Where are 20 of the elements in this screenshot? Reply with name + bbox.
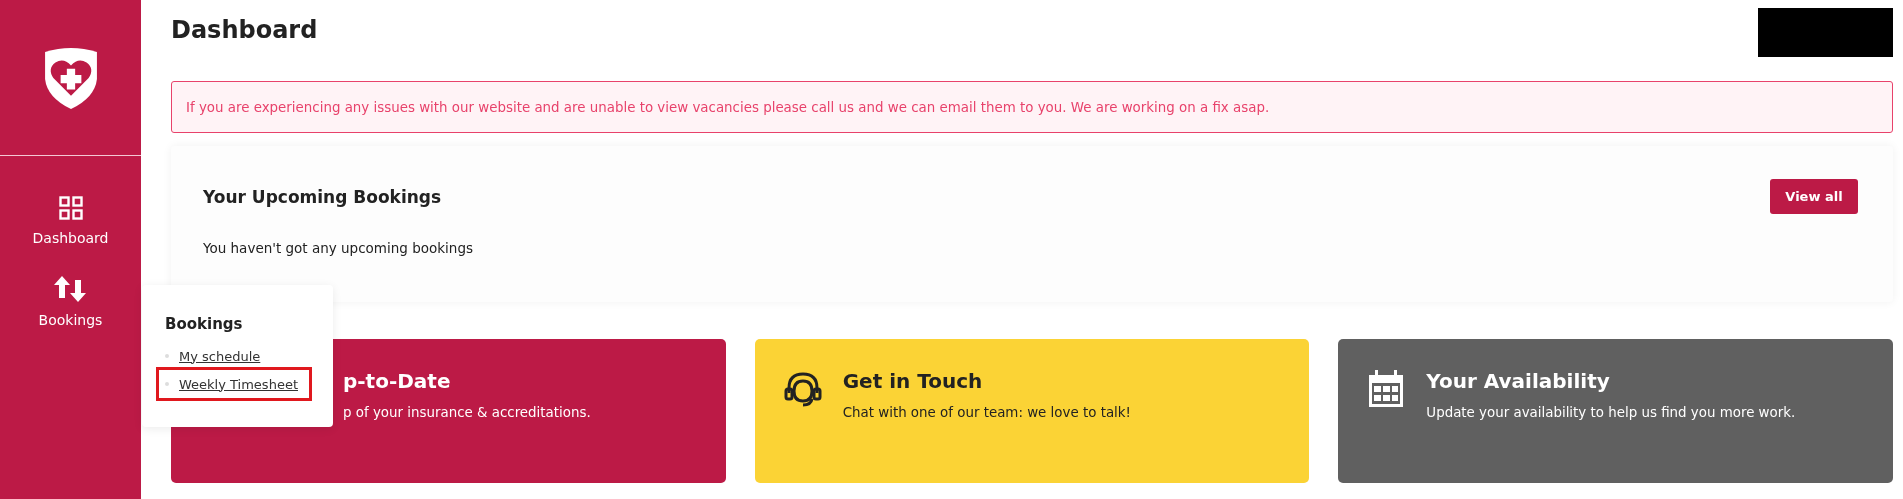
swap-arrows-icon <box>53 276 88 302</box>
card-description: p of your insurance & accreditations. <box>343 405 591 420</box>
menu-link[interactable]: Weekly Timesheet <box>179 376 298 392</box>
card-description: Chat with one of our team: we love to talk! <box>842 405 1131 420</box>
menu-title: Bookings <box>165 315 244 333</box>
nav-item[interactable]: Dashboard <box>32 196 109 246</box>
info-card[interactable]: Your Availability Update your availability to help us find you more work. <box>1338 339 1893 483</box>
card-title: Get in Touch <box>842 369 984 393</box>
card-title: p-to-Date <box>343 369 452 393</box>
card-title: Your Availability <box>1426 369 1611 393</box>
card-title: Your Upcoming Bookings <box>203 186 442 207</box>
info-card[interactable]: Get in Touch Chat with one of our team: we love to talk! <box>754 339 1310 483</box>
nav-item[interactable]: Bookings <box>38 276 103 328</box>
empty-message: You haven't got any upcoming bookings <box>203 240 474 256</box>
page-title: Dashboard <box>171 16 318 44</box>
menu-link[interactable]: My schedule <box>179 348 261 364</box>
grid-icon <box>58 196 83 220</box>
view-all-button[interactable]: View all <box>1770 179 1858 214</box>
alert-text: If you are experiencing any issues with our website and are unable to view vacancies please call us and we can email them to you. We are working on a fix asap. <box>186 99 1270 115</box>
card-description: Update your availability to help us find you more work. <box>1426 405 1796 420</box>
